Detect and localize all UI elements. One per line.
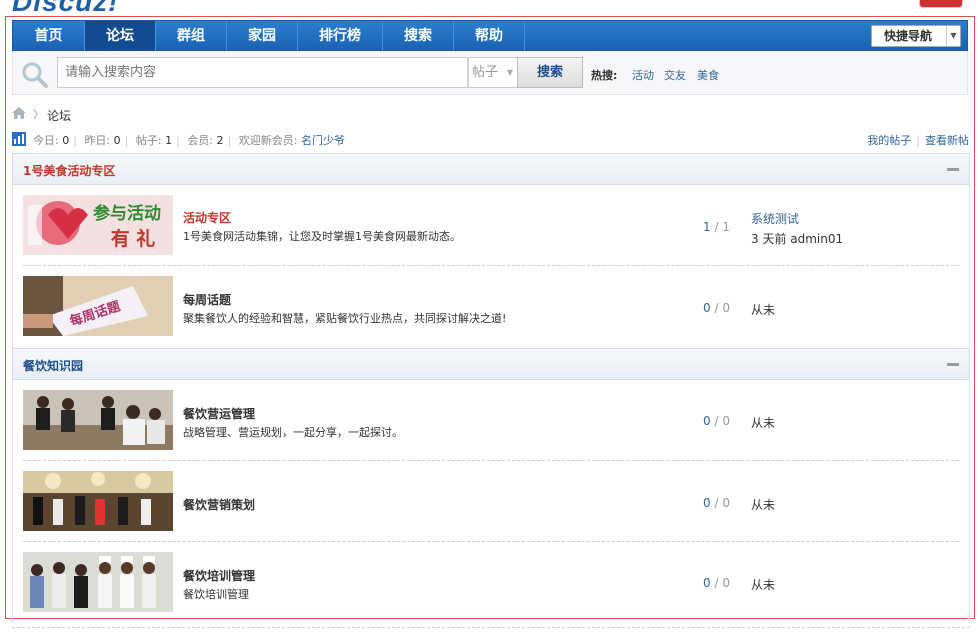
last-post-meta: 从未 — [751, 578, 776, 592]
forum-title[interactable]: 活动专区 — [183, 209, 231, 226]
nav-home-space[interactable]: 家园 — [227, 21, 298, 52]
nav-home[interactable]: 首页 — [13, 21, 85, 52]
forum-title[interactable]: 餐饮营销策划 — [183, 496, 255, 513]
forum-thumbnail[interactable]: 每周话题 — [23, 276, 173, 336]
forum-thumbnail[interactable]: 参与活动 有 礼 — [23, 195, 173, 255]
last-post-title[interactable]: 系统测试 — [751, 210, 843, 227]
search-bar: 帖子 ▼ 搜索 热搜: 活动 交友 美食 — [12, 51, 968, 95]
search-scope-select[interactable]: 帖子 ▼ — [468, 57, 518, 88]
user-links: 我的帖子 | 查看新帖 — [867, 134, 969, 147]
category-header: 1号美食活动专区 — [12, 153, 970, 185]
post-count: 1 — [722, 220, 730, 234]
forum-description: 餐饮培训管理 — [183, 588, 249, 601]
main-nav: 首页 论坛 群组 家园 排行榜 搜索 帮助 快捷导航 ▼ — [12, 20, 968, 52]
forum-row: 餐饮营运管理 战略管理、营运规划，一起分享，一起探讨。 0 / 0 从未 — [12, 380, 970, 461]
forum-description: 聚集餐饮人的经验和智慧，紧贴餐饮行业热点，共同探讨解决之道! — [183, 312, 507, 325]
bottom-divider — [12, 627, 970, 628]
collapse-icon[interactable] — [947, 168, 959, 171]
chevron-down-icon: ▼ — [946, 26, 960, 46]
last-post: 从未 — [751, 576, 775, 593]
forum-thumbnail[interactable] — [23, 552, 173, 612]
forum-counts: 0 / 0 — [703, 414, 730, 428]
members-count: 2 — [216, 134, 224, 147]
last-post-meta: 从未 — [751, 416, 776, 430]
svg-text:参与活动: 参与活动 — [93, 203, 161, 224]
today-label: 今日: — [33, 134, 59, 147]
post-count: 0 — [722, 301, 730, 315]
nav-search[interactable]: 搜索 — [383, 21, 454, 52]
last-post-meta[interactable]: 3 天前 admin01 — [751, 230, 843, 247]
hot-link-food[interactable]: 美食 — [697, 67, 719, 83]
thread-count: 0 — [703, 496, 711, 510]
members-label: 会员: — [187, 134, 214, 147]
search-scope-value: 帖子 — [472, 65, 499, 80]
forum-row: 餐饮培训管理 餐饮培训管理 0 / 0 从未 — [12, 542, 970, 623]
thread-count: 0 — [703, 301, 711, 315]
search-icon — [22, 62, 48, 88]
chevron-down-icon: ▼ — [506, 68, 513, 77]
post-count: 0 — [722, 414, 730, 428]
nav-ranking[interactable]: 排行榜 — [298, 21, 383, 52]
last-post: 系统测试 3 天前 admin01 — [751, 210, 843, 247]
nav-help[interactable]: 帮助 — [454, 21, 525, 52]
last-post-meta: 从未 — [751, 498, 776, 512]
thread-count: 0 — [703, 414, 711, 428]
forum-description: 战略管理、营运规划，一起分享，一起探讨。 — [183, 426, 403, 439]
forum-thumbnail[interactable] — [23, 471, 173, 531]
forum-row: 参与活动 有 礼 活动专区 1号美食网活动集锦，让您及时掌握1号美食网最新动态。… — [12, 185, 970, 266]
forum-title[interactable]: 每周话题 — [183, 291, 231, 308]
thread-count: 1 — [703, 220, 711, 234]
yesterday-count: 0 — [113, 134, 121, 147]
forum-stats: 今日: 0 | 昨日: 0 | 帖子: 1 | 会员: 2 | 欢迎新会员: 名门少爷 — [33, 134, 345, 147]
nav-forum[interactable]: 论坛 — [85, 21, 156, 52]
post-count: 0 — [722, 576, 730, 590]
forum-row: 餐饮营销策划 0 / 0 从未 — [12, 461, 970, 542]
yesterday-label: 昨日: — [84, 134, 111, 147]
thread-count: 0 — [703, 576, 711, 590]
forum-counts: 0 / 0 — [703, 496, 730, 510]
hot-search-label: 热搜: — [591, 69, 618, 82]
nav-groups[interactable]: 群组 — [156, 21, 227, 52]
forum-counts: 0 / 0 — [703, 301, 730, 315]
hot-link-dating[interactable]: 交友 — [664, 67, 686, 83]
forum-thumbnail[interactable] — [23, 390, 173, 450]
quick-nav-button[interactable]: 快捷导航 ▼ — [871, 25, 961, 47]
category-header: 餐饮知识园 — [12, 348, 970, 380]
category-title[interactable]: 餐饮知识园 — [23, 357, 83, 374]
my-posts-link[interactable]: 我的帖子 — [867, 134, 911, 147]
forum-counts: 0 / 0 — [703, 576, 730, 590]
stats-icon — [12, 132, 26, 146]
user-avatar[interactable] — [919, 0, 963, 8]
last-post-meta: 从未 — [751, 303, 776, 317]
forum-title[interactable]: 餐饮营运管理 — [183, 405, 255, 422]
last-post: 从未 — [751, 414, 775, 431]
breadcrumb-current[interactable]: 论坛 — [47, 107, 71, 124]
posts-label: 帖子: — [135, 134, 162, 147]
post-count: 0 — [722, 496, 730, 510]
last-post: 从未 — [751, 301, 775, 318]
welcome-label: 欢迎新会员: — [238, 134, 298, 147]
forum-title[interactable]: 餐饮培训管理 — [183, 567, 255, 584]
today-count: 0 — [62, 134, 70, 147]
forum-row: 每周话题 每周话题 聚集餐饮人的经验和智慧，紧贴餐饮行业热点，共同探讨解决之道!… — [12, 266, 970, 348]
category-title[interactable]: 1号美食活动专区 — [23, 162, 115, 179]
forum-description: 1号美食网活动集锦，让您及时掌握1号美食网最新动态。 — [183, 230, 461, 243]
search-input[interactable] — [57, 57, 468, 88]
quick-nav-label: 快捷导航 — [884, 29, 933, 43]
home-icon[interactable] — [12, 107, 26, 119]
new-posts-link[interactable]: 查看新帖 — [925, 134, 969, 147]
search-button[interactable]: 搜索 — [517, 57, 583, 88]
collapse-icon[interactable] — [947, 363, 959, 366]
last-post: 从未 — [751, 496, 775, 513]
forum-counts: 1 / 1 — [703, 220, 730, 234]
hot-link-activity[interactable]: 活动 — [632, 67, 654, 83]
svg-text:有 礼: 有 礼 — [111, 227, 156, 250]
breadcrumb-separator-icon: 〉 — [33, 108, 44, 121]
posts-count: 1 — [165, 134, 173, 147]
new-member-link[interactable]: 名门少爷 — [301, 134, 345, 147]
